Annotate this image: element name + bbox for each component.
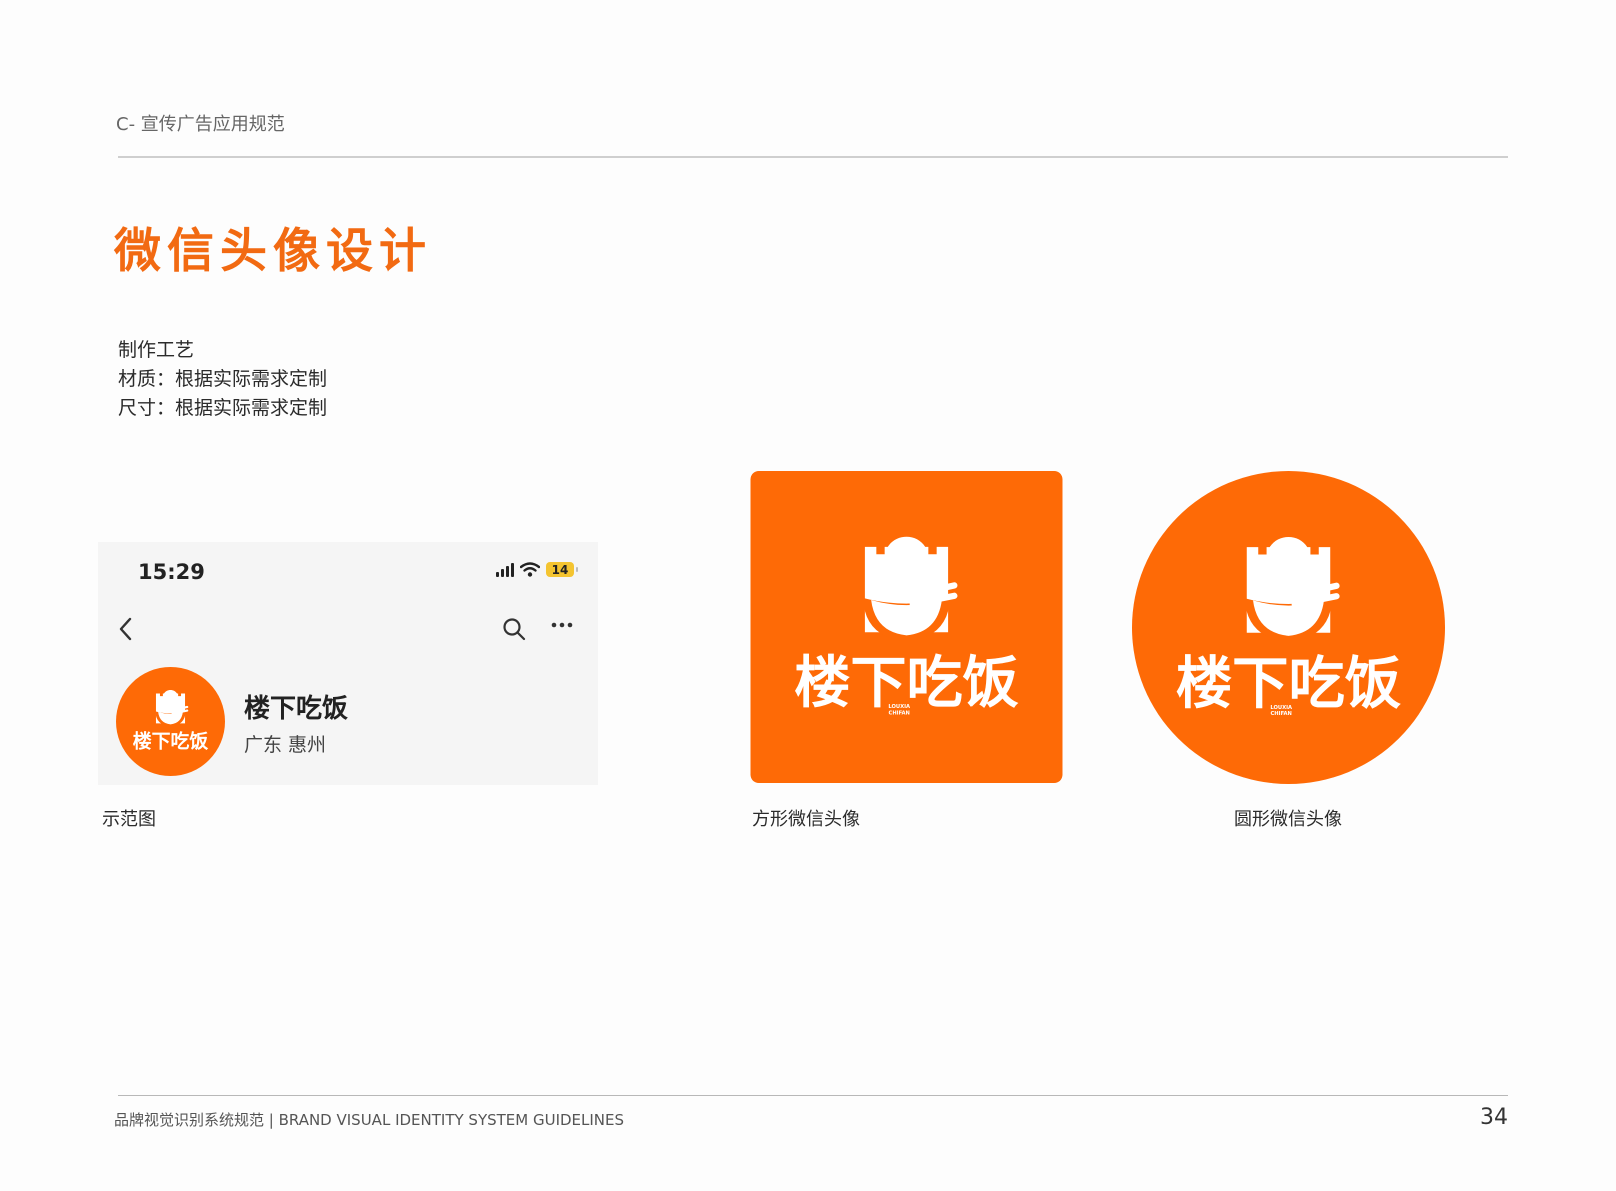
signal-icon <box>496 562 514 577</box>
circle-logo-subtext-1: LOUXIA <box>1270 705 1292 711</box>
spec-size: 尺寸：根据实际需求定制 <box>118 397 328 419</box>
square-logo-subtext-2: CHIFAN <box>889 710 910 716</box>
spec-heading: 制作工艺 <box>118 339 195 361</box>
caption-example: 示范图 <box>102 809 156 830</box>
wechat-profile-mock: 15:29 14 楼下吃饭 楼下吃饭 广东 惠州 <box>98 542 598 785</box>
profile-location: 广东 惠州 <box>244 734 327 756</box>
section-label: C- 宣传广告应用规范 <box>116 114 285 135</box>
profile-name: 楼下吃饭 <box>244 694 349 724</box>
page-title: 微信头像设计 <box>114 224 432 279</box>
avatar-logo-text: 楼下吃饭 <box>133 730 209 753</box>
circle-avatar: 楼下吃饭 LOUXIA CHIFAN <box>1132 471 1445 784</box>
spec-material: 材质：根据实际需求定制 <box>118 368 328 390</box>
footer-divider <box>118 1095 1508 1096</box>
more-icon[interactable] <box>551 622 573 628</box>
search-icon[interactable] <box>502 617 526 641</box>
wifi-icon <box>520 562 540 577</box>
square-logo-subtext-1: LOUXIA <box>888 704 910 710</box>
header-divider <box>118 156 1508 158</box>
battery-icon: 14 <box>546 562 578 577</box>
status-bar-icons: 14 <box>496 562 578 577</box>
square-avatar: 楼下吃饭 LOUXIA CHIFAN <box>750 471 1063 783</box>
circle-logo-subtext-2: CHIFAN <box>1270 711 1291 717</box>
footer-text: 品牌视觉识别系统规范 | BRAND VISUAL IDENTITY SYSTE… <box>114 1111 625 1129</box>
back-icon[interactable] <box>118 616 132 642</box>
production-spec: 制作工艺 材质：根据实际需求定制 尺寸：根据实际需求定制 <box>118 336 327 423</box>
status-time: 15:29 <box>138 560 205 584</box>
profile-avatar[interactable]: 楼下吃饭 <box>116 667 225 776</box>
page-number: 34 <box>1480 1105 1508 1130</box>
caption-circle: 圆形微信头像 <box>1234 809 1342 830</box>
caption-square: 方形微信头像 <box>752 809 860 830</box>
